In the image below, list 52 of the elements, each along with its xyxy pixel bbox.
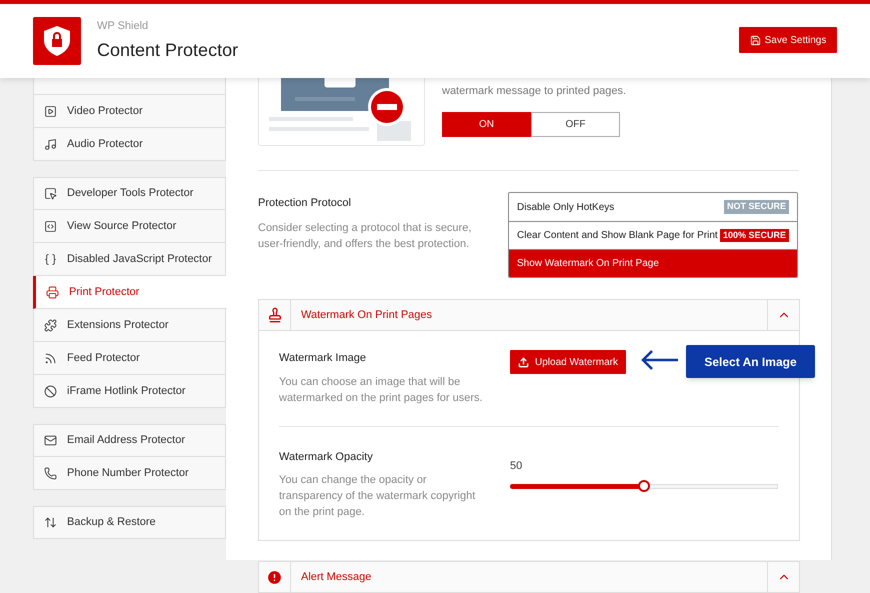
setting-description: You can choose an image that will be watermarked on the print pages for users. — [279, 374, 484, 406]
printer-icon — [46, 286, 59, 298]
panel-title: Alert Message — [300, 570, 372, 585]
sidebar-item[interactable]: Feed Protector — [33, 342, 226, 375]
rss-icon — [44, 352, 57, 364]
arrows-icon — [44, 516, 57, 529]
cursor-icon — [44, 187, 57, 200]
upload-icon — [518, 356, 529, 368]
sidebar-item[interactable]: Disabled JavaScript Protector — [33, 243, 226, 276]
sidebar-item[interactable]: Audio Protector — [33, 128, 226, 161]
alert-icon — [266, 568, 283, 586]
sidebar-item[interactable] — [33, 78, 226, 95]
panel-title: Watermark On Print Pages — [300, 308, 434, 323]
upload-button[interactable]: Upload Watermark — [510, 350, 626, 374]
security-badge: 100% SECURE — [720, 228, 789, 242]
toggle-option[interactable]: ON — [442, 112, 531, 137]
sidebar-item[interactable]: View Source Protector — [33, 210, 226, 243]
shield-logo — [33, 17, 81, 65]
select-image-callout: Select An Image — [686, 345, 815, 378]
stamp-icon — [266, 307, 282, 323]
sidebar-item[interactable]: Phone Number Protector — [33, 457, 226, 490]
sidebar-item[interactable]: Video Protector — [33, 95, 226, 128]
braces-icon — [44, 252, 57, 266]
protocol-option[interactable]: Show Watermark On Print Page — [509, 249, 797, 277]
ban-icon — [44, 384, 57, 398]
puzzle-icon — [44, 318, 57, 332]
save-icon — [750, 34, 761, 46]
toggle-option[interactable]: OFF — [531, 112, 620, 137]
brand-name: WP Shield — [97, 18, 150, 34]
music-note-icon — [44, 138, 57, 150]
slider-value: 50 — [510, 458, 524, 474]
phone-icon — [44, 466, 57, 480]
setting-title: Watermark Opacity — [279, 450, 374, 464]
setting-title: Protection Protocol — [258, 196, 352, 211]
sidebar-item[interactable]: Print Protector — [33, 276, 227, 309]
sidebar-item[interactable]: Email Address Protector — [33, 424, 226, 457]
feature-description: watermark message to printed pages. — [442, 84, 628, 99]
setting-description: Consider selecting a protocol that is secure, user-friendly, and offers the best protection. — [258, 220, 472, 252]
arrow-icon — [640, 349, 678, 371]
setting-title: Watermark Image — [279, 351, 368, 366]
security-badge: NOT SECURE — [724, 200, 789, 214]
sidebar-item[interactable]: Developer Tools Protector — [33, 177, 226, 210]
code-icon — [44, 220, 57, 232]
opacity-slider[interactable] — [510, 480, 778, 492]
sidebar-item[interactable]: Backup & Restore — [33, 506, 226, 539]
app-title: Content Protector — [97, 39, 238, 62]
mail-icon — [44, 434, 57, 447]
play-icon — [44, 104, 57, 118]
sidebar-item[interactable]: iFrame Hotlink Protector — [33, 375, 226, 408]
sidebar-item[interactable]: Extensions Protector — [33, 309, 226, 342]
setting-description: You can change the opacity or transparency of the watermark copyright on the print page. — [279, 473, 476, 520]
save-button[interactable]: Save Settings — [739, 27, 837, 53]
